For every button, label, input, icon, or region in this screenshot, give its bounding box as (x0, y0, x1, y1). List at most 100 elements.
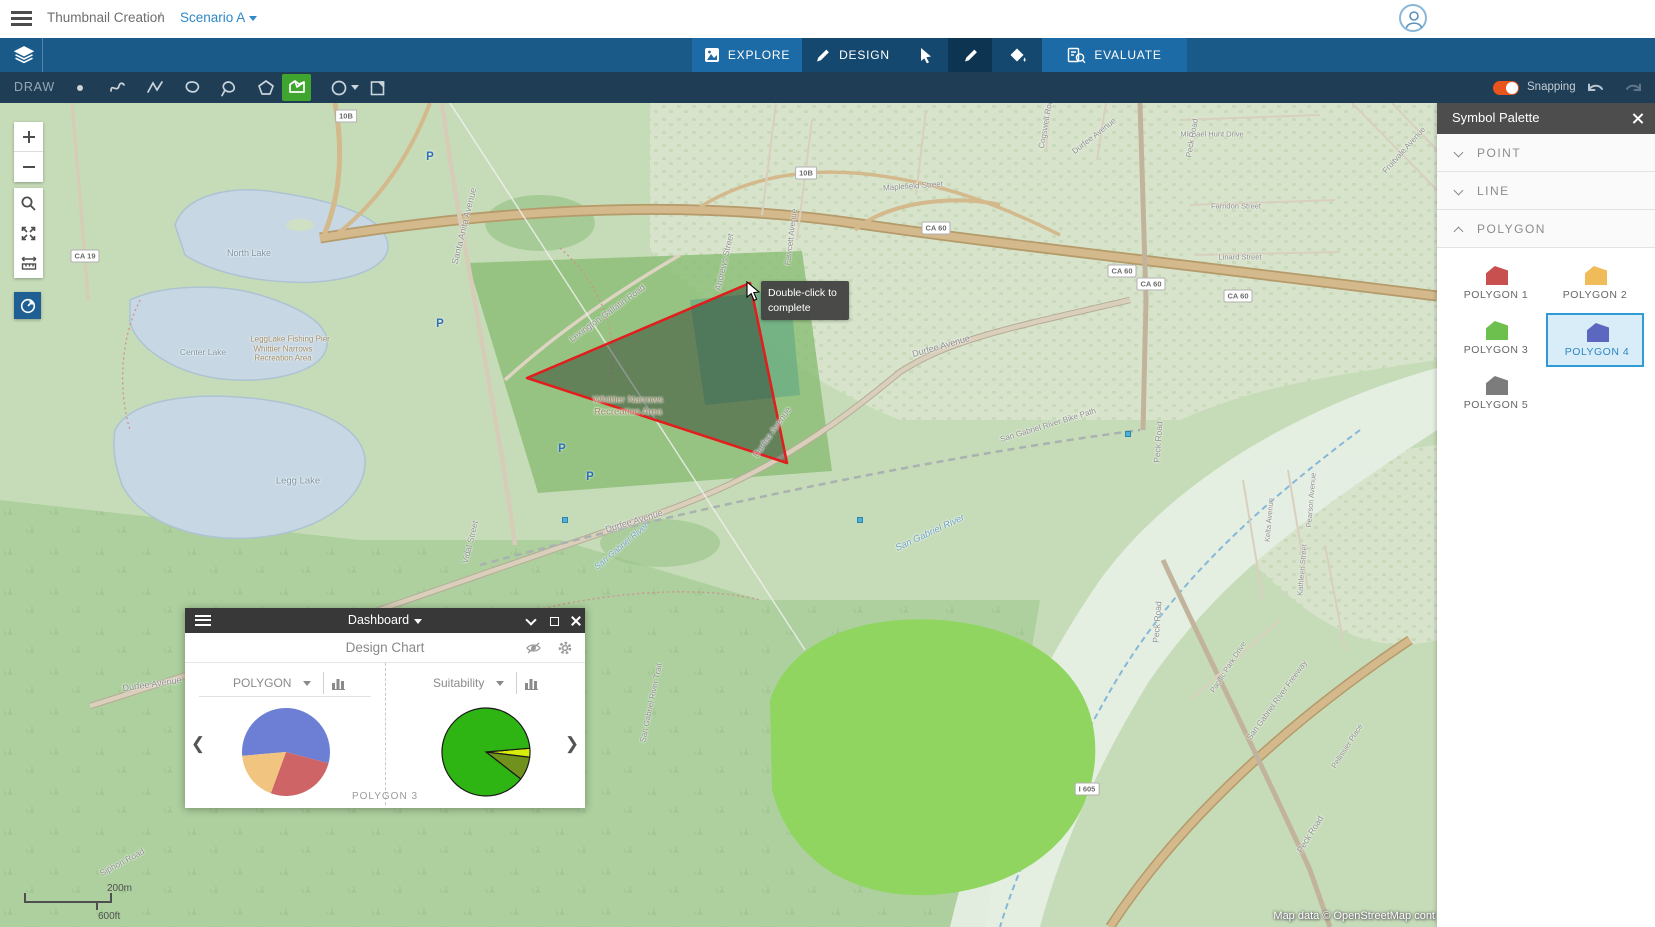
palette-close-button[interactable] (1629, 109, 1647, 127)
left-chart-dropdown[interactable]: POLYGON (233, 671, 346, 695)
chevron-down-icon (496, 681, 504, 686)
draw-tooltip: Double-click to complete (761, 281, 849, 320)
polyline-tool-icon[interactable] (144, 77, 166, 99)
dashboard-close-button[interactable] (567, 612, 585, 630)
close-icon (567, 612, 585, 630)
design-chart-header: Design Chart (185, 633, 585, 663)
swatch-polygon-2[interactable]: POLYGON 2 (1546, 258, 1644, 312)
swatch-label: POLYGON 2 (1546, 289, 1644, 301)
point-tool-icon[interactable] (69, 77, 91, 99)
column-chart-icon[interactable] (525, 677, 539, 690)
breadcrumb-project[interactable]: Thumbnail Creation (47, 10, 165, 25)
chevron-down-icon (1454, 148, 1464, 158)
swatch-polygon-5[interactable]: POLYGON 5 (1447, 368, 1545, 422)
chevron-down-icon (303, 681, 311, 686)
top-app-bar: Thumbnail Creation / Scenario A (0, 0, 1655, 38)
draw-toolbar-label: DRAW (14, 80, 55, 94)
search-icon[interactable] (14, 188, 43, 218)
evaluate-icon (1067, 47, 1086, 64)
left-dropdown-value: POLYGON (233, 676, 291, 690)
tab-evaluate[interactable]: EVALUATE (1042, 38, 1187, 72)
full-extent-icon[interactable] (14, 218, 43, 248)
tab-explore[interactable]: EXPLORE (692, 38, 802, 72)
polygon-swatch-icon (1587, 323, 1609, 342)
zoom-control (14, 122, 43, 182)
divider (323, 672, 324, 694)
map-attribution: Map data © OpenStreetMap cont (1273, 910, 1435, 922)
lasso-polygon-tool-icon[interactable] (218, 77, 240, 99)
tooltip-line2: complete (768, 301, 842, 316)
tooltip-line1: Double-click to (768, 286, 842, 301)
carousel-page-label: POLYGON 3 (185, 791, 585, 802)
draw-tool-button-active[interactable] (948, 38, 992, 72)
app-menu-icon[interactable] (11, 11, 32, 26)
freehand-polygon-tool-icon[interactable] (181, 77, 203, 99)
polygon-tool-icon[interactable] (255, 77, 277, 99)
dashboard-charts-area: POLYGON Suitability (185, 663, 585, 790)
measure-icon[interactable] (14, 248, 43, 278)
design-toolgroup: DESIGN (802, 38, 1042, 72)
swatch-label: POLYGON 5 (1447, 399, 1545, 411)
polygon-swatch-icon (1585, 266, 1607, 285)
fill-tool-button[interactable] (992, 38, 1042, 72)
right-dropdown-value: Suitability (433, 676, 484, 690)
circle-tool-dropdown-caret[interactable] (350, 77, 362, 99)
column-chart-icon[interactable] (332, 677, 346, 690)
right-chart-dropdown[interactable]: Suitability (433, 671, 539, 695)
chevron-down-icon (414, 619, 422, 624)
palette-section-label: POLYGON (1477, 222, 1546, 236)
swatch-polygon-3[interactable]: POLYGON 3 (1447, 313, 1545, 367)
gear-icon[interactable] (557, 640, 573, 656)
divider (199, 696, 371, 697)
palette-section-point[interactable]: POINT (1437, 134, 1655, 172)
symbol-palette-title: Symbol Palette (1452, 110, 1539, 125)
evaluate-label: EVALUATE (1094, 48, 1161, 62)
design-label: DESIGN (839, 48, 890, 62)
breadcrumb-separator: / (158, 10, 162, 25)
divider (42, 38, 43, 72)
mode-navbar: EXPLORE DESIGN (0, 38, 1655, 72)
circle-tool-icon[interactable] (328, 77, 350, 99)
layers-icon (13, 45, 35, 65)
visibility-icon[interactable] (525, 641, 542, 655)
swatch-polygon-4[interactable]: POLYGON 4 (1546, 313, 1644, 367)
swatch-polygon-1[interactable]: POLYGON 1 (1447, 258, 1545, 312)
chevron-up-icon (1454, 227, 1464, 237)
polygon-swatch-icon (1486, 321, 1508, 340)
pencil-icon (962, 47, 979, 64)
scale-imperial-label: 600ft (98, 911, 120, 922)
palette-section-line[interactable]: LINE (1437, 172, 1655, 210)
zoom-in-button[interactable] (14, 122, 43, 152)
cursor-arrow-icon (916, 46, 934, 64)
palette-section-polygon[interactable]: POLYGON (1437, 210, 1655, 248)
polygon-swatch-icon (1486, 266, 1508, 285)
user-avatar[interactable] (1399, 4, 1427, 32)
breadcrumb-scenario[interactable]: Scenario A (180, 10, 245, 25)
carousel-next-button[interactable]: ❯ (565, 734, 579, 754)
divider (516, 672, 517, 694)
swatch-label: POLYGON 3 (1447, 344, 1545, 356)
close-icon (1629, 109, 1647, 127)
palette-section-label: LINE (1477, 184, 1510, 198)
dashboard-maximize-button[interactable] (546, 612, 564, 630)
snapping-toggle[interactable] (1493, 81, 1519, 95)
analysis-dashboard-button[interactable] (14, 292, 41, 319)
dashboard-collapse-button[interactable] (523, 612, 541, 630)
select-tool-button[interactable] (902, 38, 948, 72)
app-root: North LakeCenter LakeLegg LakeLeggLake F… (0, 0, 1655, 927)
dashboard-titlebar[interactable]: Dashboard (185, 608, 585, 633)
chevron-down-icon (249, 16, 257, 21)
undo-button[interactable] (1584, 77, 1606, 99)
tab-design[interactable]: DESIGN (802, 38, 902, 72)
extent-tool-icon[interactable] (367, 77, 389, 99)
redo-button[interactable] (1622, 77, 1644, 99)
suitability-pie-chart (438, 704, 534, 800)
layers-button[interactable] (7, 38, 41, 72)
carousel-prev-button[interactable]: ❮ (191, 734, 205, 754)
explore-label: EXPLORE (728, 48, 790, 62)
dashboard-window: Dashboard Design Chart POLYGON (185, 608, 585, 808)
autocomplete-polygon-tool-active[interactable] (282, 74, 311, 101)
zoom-out-button[interactable] (14, 152, 43, 182)
freehand-line-tool-icon[interactable] (107, 77, 129, 99)
snapping-label: Snapping (1527, 81, 1576, 93)
